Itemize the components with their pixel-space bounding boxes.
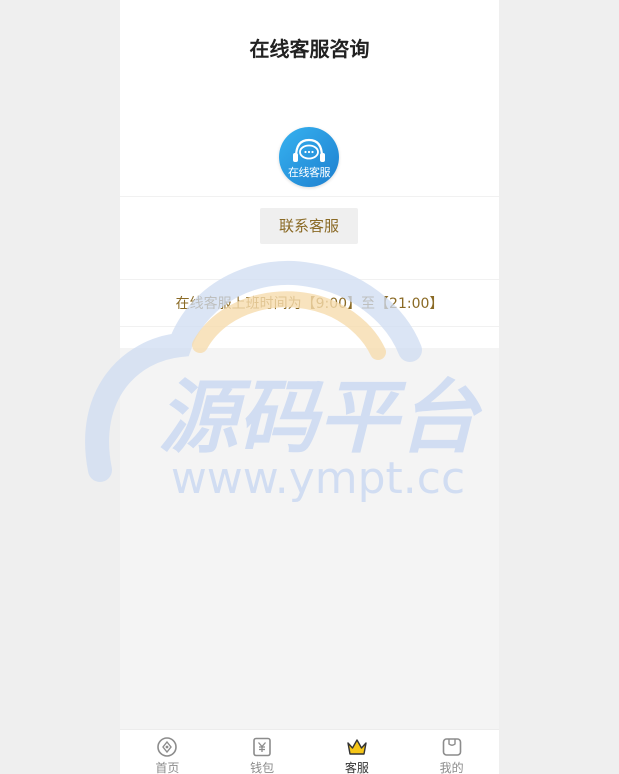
page-title: 在线客服咨询 — [249, 37, 370, 61]
wallet-yen-icon — [253, 737, 271, 757]
crown-icon — [347, 739, 367, 755]
service-avatar: 在线客服 — [279, 127, 339, 187]
divider — [120, 326, 499, 327]
tab-label: 钱包 — [250, 761, 275, 774]
compass-icon — [157, 737, 178, 757]
user-bag-icon — [442, 738, 461, 756]
tab-mine[interactable]: 我的 — [404, 730, 499, 774]
tab-label: 首页 — [155, 761, 180, 774]
phone-screen: 在线客服咨询 在线客服 联系客服 在线客服上班时间为【9:00】至【21:00】… — [120, 0, 499, 774]
tab-service[interactable]: 客服 — [310, 730, 405, 774]
tab-label: 我的 — [439, 761, 464, 774]
bottom-tab-bar: 首页 钱包 客服 我的 — [120, 729, 499, 774]
contact-service-button[interactable]: 联系客服 — [260, 208, 358, 244]
tab-label: 客服 — [344, 761, 369, 774]
divider — [120, 279, 499, 280]
avatar-label: 在线客服 — [288, 166, 331, 179]
tab-wallet[interactable]: 钱包 — [215, 730, 310, 774]
service-hours-text: 在线客服上班时间为【9:00】至【21:00】 — [175, 296, 444, 312]
divider — [120, 196, 499, 197]
tab-home[interactable]: 首页 — [120, 730, 215, 774]
